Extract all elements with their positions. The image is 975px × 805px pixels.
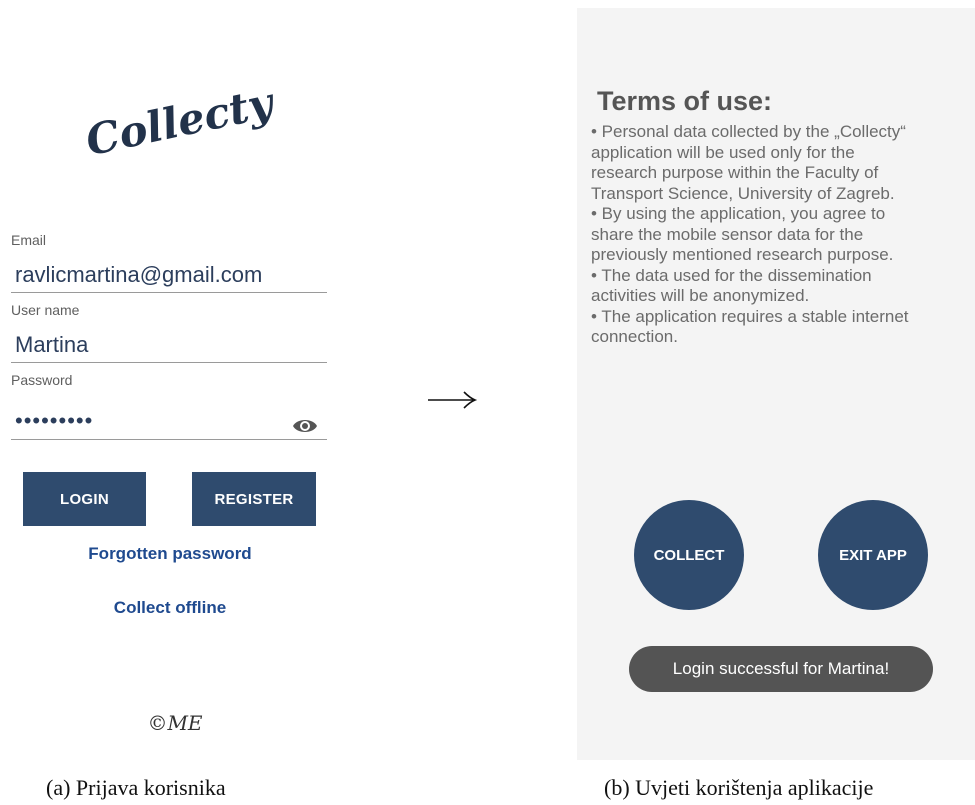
email-field[interactable]: ravlicmartina@gmail.com — [15, 262, 262, 288]
email-label: Email — [11, 232, 47, 248]
exit-app-button[interactable]: EXIT APP — [818, 500, 928, 610]
svg-text:©ME: ©ME — [147, 711, 202, 735]
terms-line: connection. — [591, 327, 678, 346]
terms-line: • Personal data collected by the „Collec… — [591, 122, 906, 141]
caption-left: (a) Prijava korisnika — [46, 775, 226, 800]
terms-screen: Terms of use: • Personal data collected … — [577, 8, 975, 760]
terms-line: previously mentioned research purpose. — [591, 245, 894, 264]
email-underline — [11, 292, 327, 293]
login-success-toast: Login successful for Martina! — [629, 646, 933, 692]
username-field[interactable]: Martina — [15, 332, 88, 358]
collect-button[interactable]: COLLECT — [634, 500, 744, 610]
eye-icon[interactable] — [292, 416, 318, 436]
terms-text: • Personal data collected by the „Collec… — [591, 122, 975, 348]
svg-text:Collecty: Collecty — [82, 77, 280, 165]
username-label: User name — [11, 302, 80, 318]
login-button[interactable]: LOGIN — [23, 472, 146, 526]
copyright-mark: ©ME — [140, 710, 210, 736]
terms-line: • By using the application, you agree to — [591, 204, 886, 223]
password-label: Password — [11, 372, 73, 388]
terms-line: activities will be anonymized. — [591, 286, 810, 305]
terms-line: research purpose within the Faculty of — [591, 163, 879, 182]
terms-line: share the mobile sensor data for the — [591, 224, 864, 244]
register-button[interactable]: REGISTER — [192, 472, 316, 526]
password-underline — [11, 439, 327, 440]
right-arrow-icon — [426, 385, 478, 415]
terms-line: application will be used only for the — [591, 142, 855, 162]
username-underline — [11, 362, 327, 363]
password-field[interactable]: ••••••••• — [15, 410, 93, 432]
terms-line: Transport Science, University of Zagreb. — [591, 183, 895, 203]
collect-offline-link[interactable]: Collect offline — [0, 598, 340, 618]
forgotten-password-link[interactable]: Forgotten password — [0, 544, 340, 564]
terms-line: • The application requires a stable inte… — [591, 306, 909, 326]
terms-line: • The data used for the dissemination — [591, 265, 872, 285]
collecty-logo: Collecty — [80, 70, 280, 170]
caption-right: (b) Uvjeti korištenja aplikacije — [604, 775, 874, 800]
terms-title: Terms of use: — [597, 86, 773, 116]
login-screen: Collecty Email ravlicmartina@gmail.com U… — [0, 0, 345, 760]
